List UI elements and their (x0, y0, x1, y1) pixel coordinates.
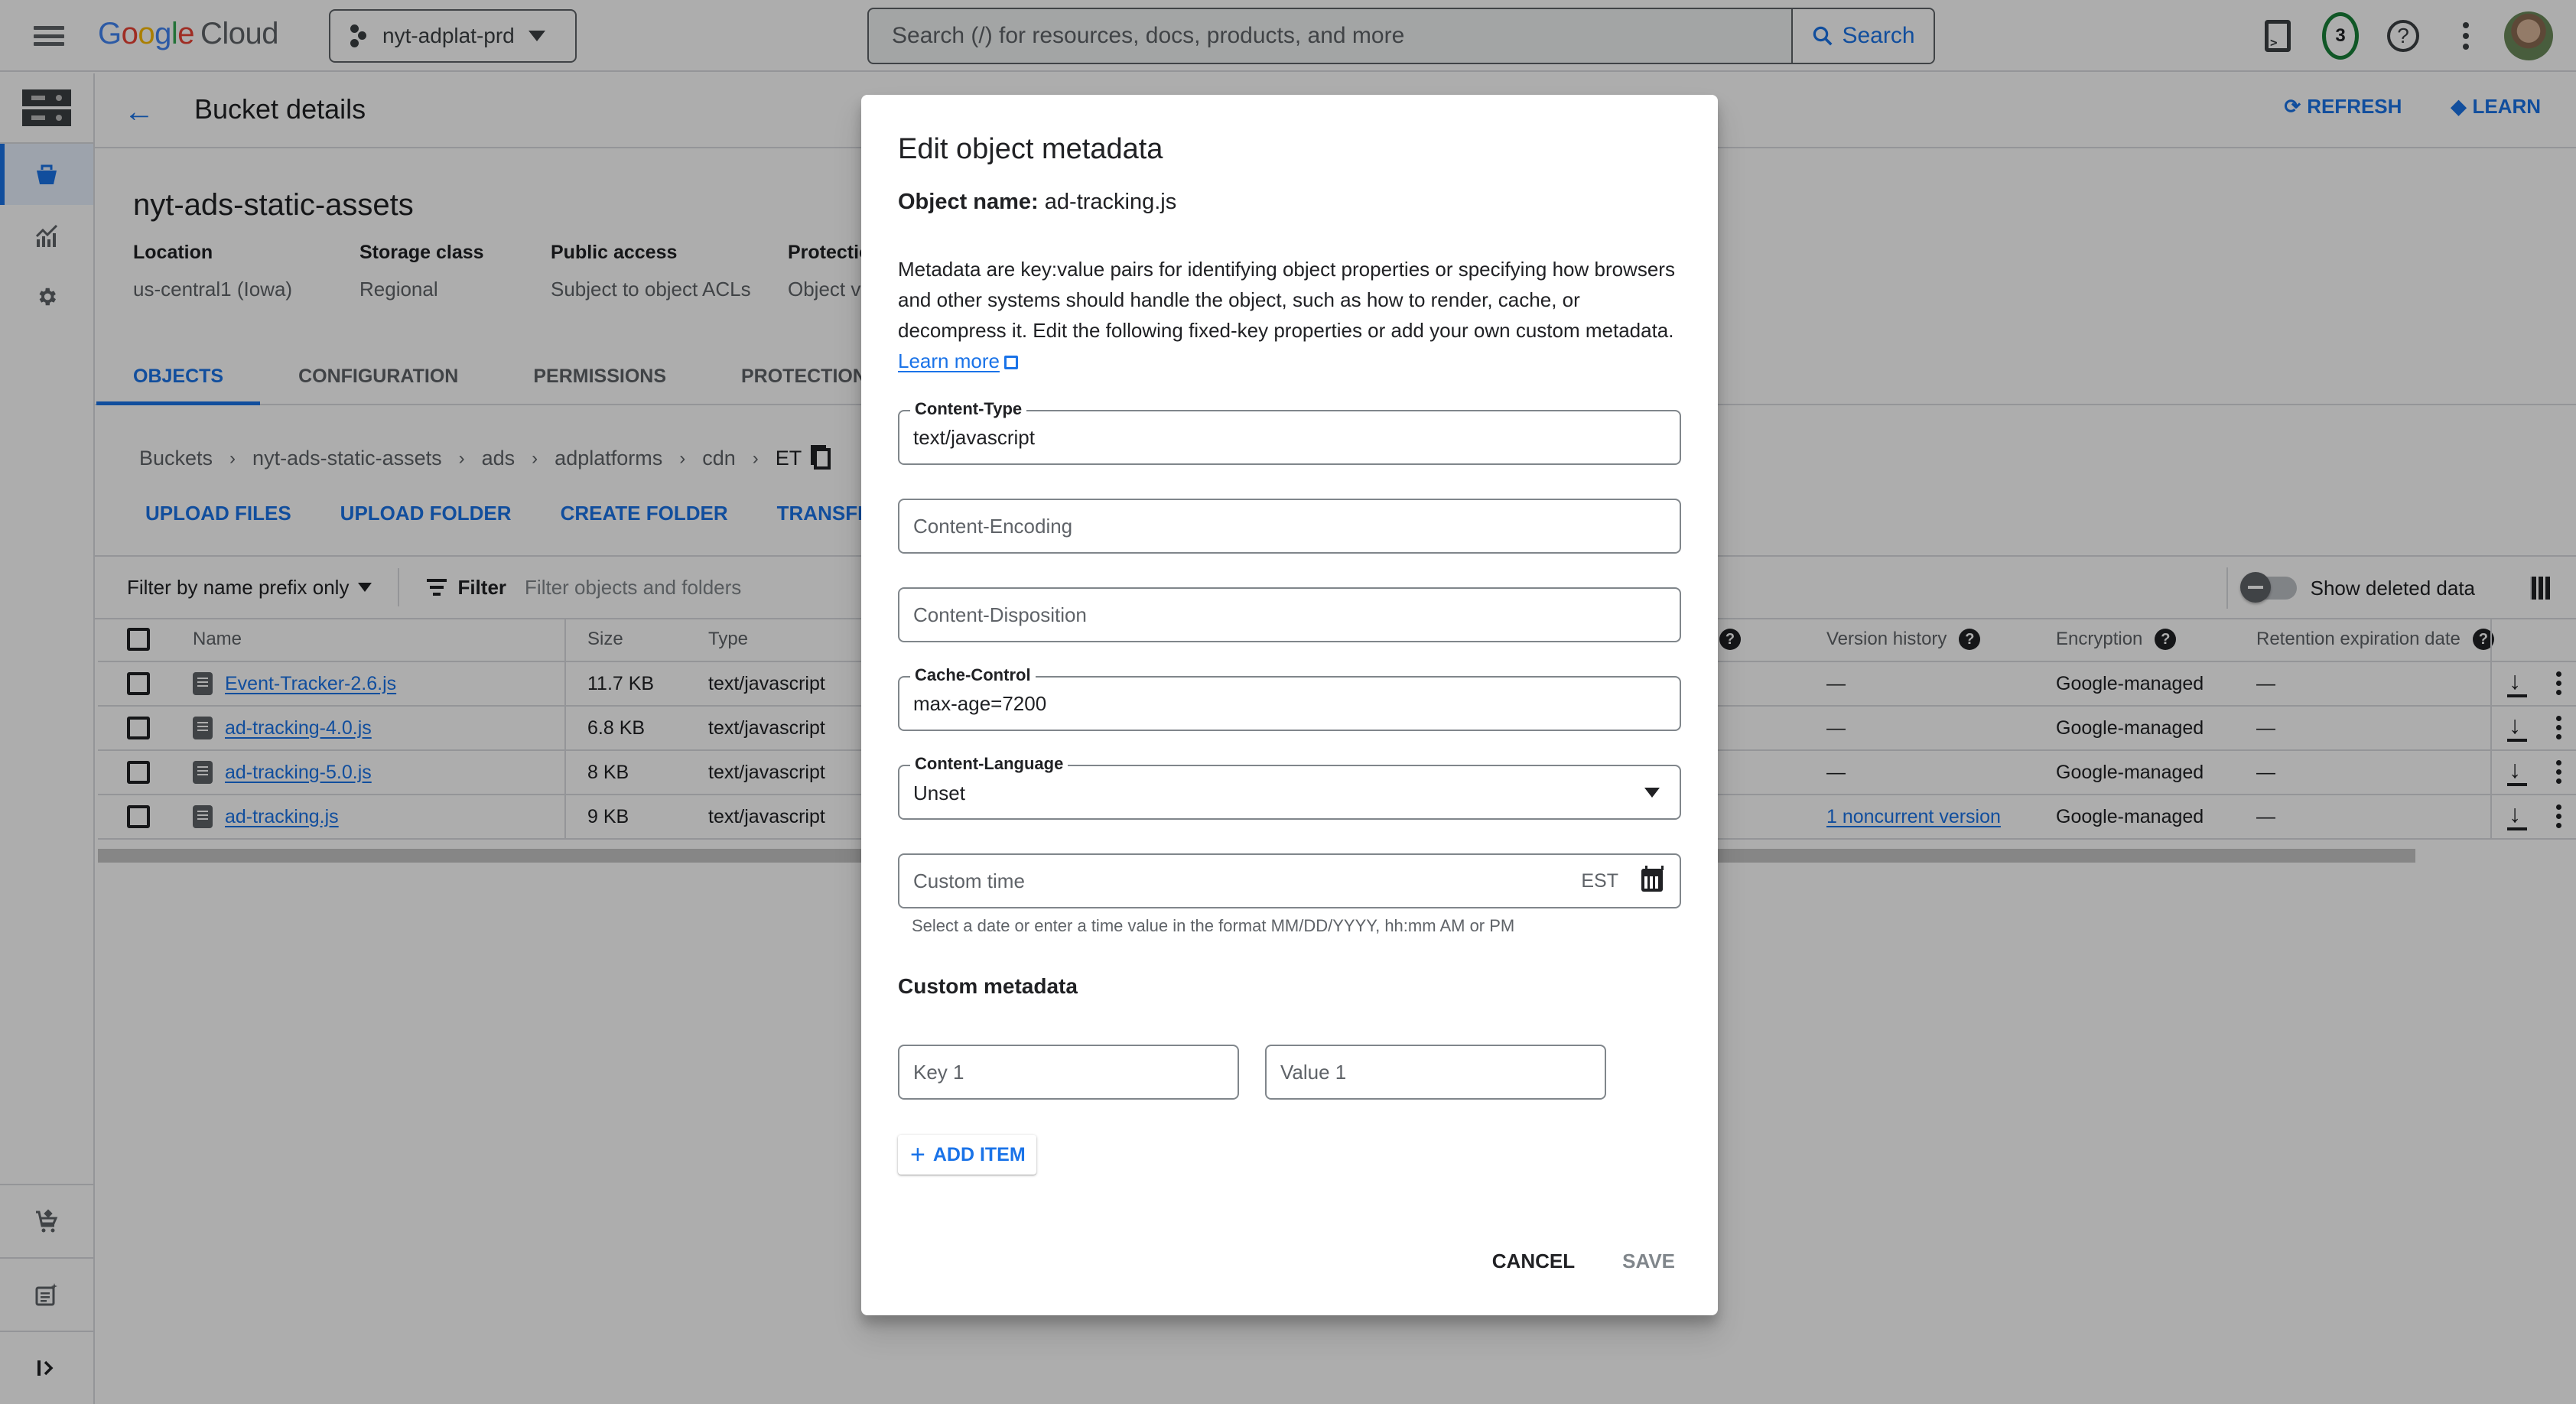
content-type-field: Content-Type (898, 399, 1681, 465)
dialog-description: Metadata are key:value pairs for identif… (898, 254, 1686, 376)
object-name-label: Object name: (898, 190, 1039, 214)
custom-time-field: EST (898, 853, 1681, 908)
calendar-icon[interactable] (1641, 866, 1664, 892)
object-name: Object name: ad-tracking.js (898, 190, 1176, 215)
content-encoding-input[interactable] (913, 500, 1602, 552)
add-item-button[interactable]: + ADD ITEM (898, 1135, 1036, 1175)
cache-control-field: Cache-Control (898, 665, 1681, 731)
custom-key-input[interactable] (913, 1046, 1219, 1098)
custom-value-field (1265, 1045, 1606, 1100)
external-link-icon (1003, 356, 1018, 369)
custom-metadata-heading: Custom metadata (898, 974, 1078, 998)
edit-metadata-dialog: Edit object metadata Object name: ad-tra… (861, 95, 1718, 1315)
content-disposition-field (898, 587, 1681, 642)
timezone-label: EST (1581, 870, 1618, 892)
object-name-value: ad-tracking.js (1044, 190, 1177, 214)
content-language-label: Content-Language (910, 754, 1068, 774)
custom-key-field (898, 1045, 1239, 1100)
dialog-actions: CANCEL SAVE (1492, 1250, 1675, 1273)
dialog-title: Edit object metadata (898, 133, 1163, 165)
cache-control-input[interactable] (913, 678, 1602, 730)
custom-value-input[interactable] (1280, 1046, 1586, 1098)
content-type-input[interactable] (913, 411, 1602, 463)
cancel-button[interactable]: CANCEL (1492, 1250, 1575, 1273)
dropdown-arrow-icon (1644, 788, 1660, 798)
description-text: Metadata are key:value pairs for identif… (898, 258, 1675, 342)
custom-time-hint: Select a date or enter a time value in t… (912, 916, 1515, 935)
content-encoding-field (898, 499, 1681, 554)
content-language-value: Unset (913, 782, 965, 804)
content-disposition-input[interactable] (913, 589, 1602, 641)
content-language-select[interactable]: Content-Language Unset (898, 754, 1681, 820)
save-button[interactable]: SAVE (1622, 1250, 1675, 1273)
custom-time-input[interactable] (913, 855, 1602, 907)
add-item-label: ADD ITEM (932, 1143, 1026, 1165)
plus-icon: + (910, 1140, 925, 1169)
learn-more-link[interactable]: Learn more (898, 349, 1000, 372)
